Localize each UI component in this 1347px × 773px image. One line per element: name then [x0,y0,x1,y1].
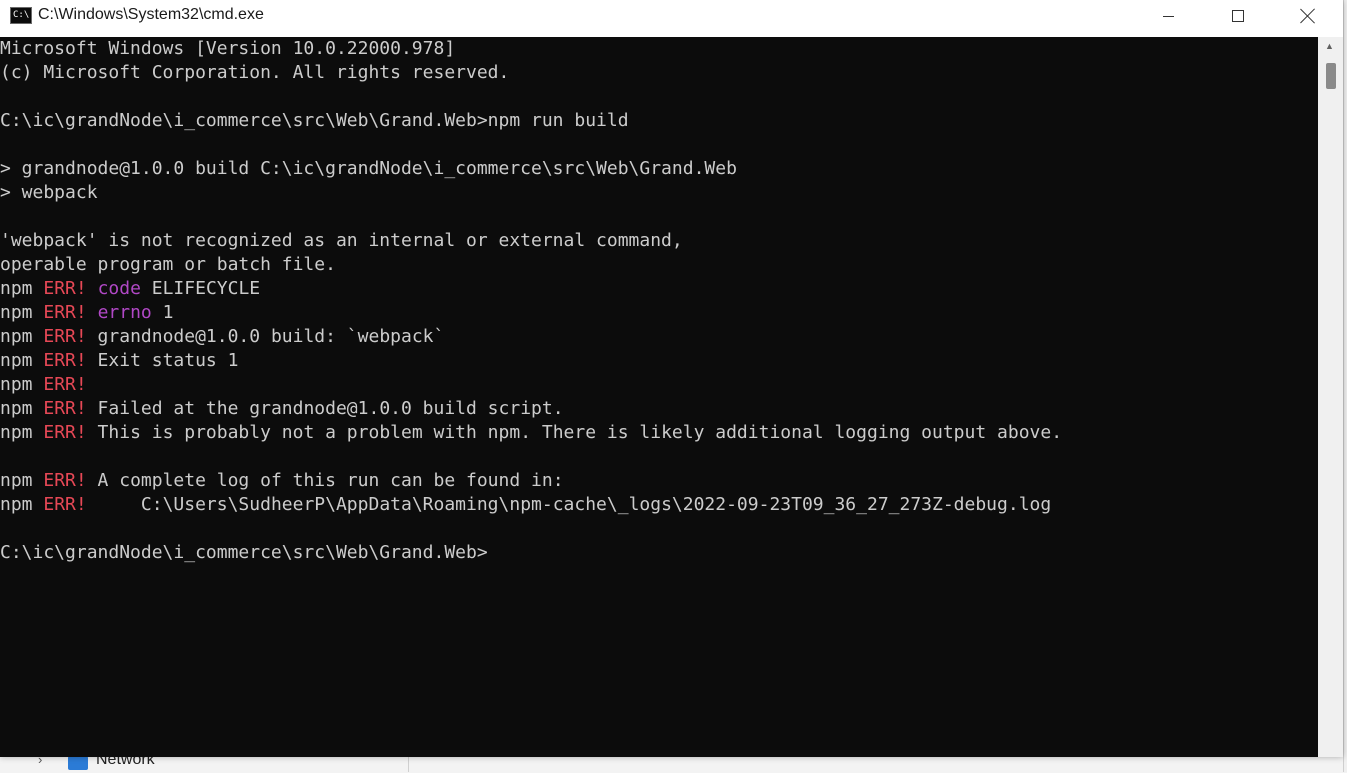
console-text: Microsoft Windows [Version 10.0.22000.97… [0,37,1062,565]
err-tag: ERR! [43,470,87,491]
cmd-window: C:\ C:\Windows\System32\cmd.exe Microsof… [0,0,1343,757]
err-tag: ERR! [43,302,87,323]
maximize-button[interactable] [1203,0,1273,32]
title-bar[interactable]: C:\ C:\Windows\System32\cmd.exe [0,0,1343,37]
console-text-segment: npm [0,494,44,515]
console-text-segment [87,278,98,299]
console-text-segment: ELIFECYCLE [140,278,261,299]
console-text-segment: Failed at the grandnode@1.0.0 build scri… [86,398,564,419]
console-text-segment: npm [0,326,44,347]
console-line: npm ERR! C:\Users\SudheerP\AppData\Roami… [0,493,1062,517]
console-line: > webpack [0,181,1062,205]
console-text-segment [87,302,98,323]
console-text-segment: npm [0,374,44,395]
console-text-segment: 'webpack' is not recognized as an intern… [0,230,683,251]
background-window-edge [1343,0,1347,772]
console-text-segment: npm [0,422,44,443]
err-tag: ERR! [43,278,87,299]
console-line: C:\ic\grandNode\i_commerce\src\Web\Grand… [0,109,1062,133]
console-line: npm ERR! This is probably not a problem … [0,421,1062,445]
maximize-icon [1232,10,1244,22]
console-line: npm ERR! [0,373,1062,397]
err-tag: ERR! [43,374,87,395]
err-key: code [97,278,141,299]
err-tag: ERR! [43,494,87,515]
console-text-segment: C:\ic\grandNode\i_commerce\src\Web\Grand… [0,542,488,563]
err-key: errno [97,302,152,323]
console-text-segment: (c) Microsoft Corporation. All rights re… [0,62,510,83]
minimize-icon [1162,15,1174,17]
console-line: 'webpack' is not recognized as an intern… [0,229,1062,253]
console-text-segment: npm [0,398,44,419]
scroll-thumb[interactable] [1326,63,1336,89]
minimize-button[interactable] [1133,0,1203,32]
console-output[interactable]: Microsoft Windows [Version 10.0.22000.97… [0,37,1318,757]
err-tag: ERR! [43,422,87,443]
console-line: operable program or batch file. [0,253,1062,277]
console-line: npm ERR! grandnode@1.0.0 build: `webpack… [0,325,1062,349]
scroll-up-icon[interactable]: ▲ [1325,41,1334,51]
console-line: npm ERR! errno 1 [0,301,1062,325]
explorer-divider [408,756,409,772]
console-line: (c) Microsoft Corporation. All rights re… [0,61,1062,85]
err-tag: ERR! [43,398,87,419]
console-text-segment: C:\Users\SudheerP\AppData\Roaming\npm-ca… [86,494,1052,515]
console-text-segment: npm [0,302,44,323]
vertical-scrollbar[interactable]: ▲ [1318,37,1343,757]
console-text-segment: C:\ic\grandNode\i_commerce\src\Web\Grand… [0,110,629,131]
console-text-segment: grandnode@1.0.0 build: `webpack` [86,326,445,347]
close-icon [1300,8,1316,24]
console-line: npm ERR! Exit status 1 [0,349,1062,373]
console-line: npm ERR! A complete log of this run can … [0,469,1062,493]
console-text-segment: Exit status 1 [86,350,239,371]
console-text-segment: This is probably not a problem with npm.… [86,422,1063,443]
console-text-segment: npm [0,278,44,299]
console-text-segment: > grandnode@1.0.0 build C:\ic\grandNode\… [0,158,737,179]
window-title: C:\Windows\System32\cmd.exe [38,6,264,23]
console-text-segment: npm [0,350,44,371]
console-line: npm ERR! Failed at the grandnode@1.0.0 b… [0,397,1062,421]
err-tag: ERR! [43,326,87,347]
network-icon [68,756,88,770]
console-line: C:\ic\grandNode\i_commerce\src\Web\Grand… [0,541,1062,565]
console-line: Microsoft Windows [Version 10.0.22000.97… [0,37,1062,61]
console-text-segment: 1 [151,302,174,323]
terminal-icon: C:\ [10,7,32,24]
console-line: npm ERR! code ELIFECYCLE [0,277,1062,301]
err-tag: ERR! [43,350,87,371]
console-text-segment: > webpack [0,182,98,203]
console-line: > grandnode@1.0.0 build C:\ic\grandNode\… [0,157,1062,181]
background-explorer [0,755,1347,773]
close-button[interactable] [1273,0,1343,32]
console-text-segment: operable program or batch file. [0,254,336,275]
console-text-segment: Microsoft Windows [Version 10.0.22000.97… [0,38,456,59]
console-text-segment: A complete log of this run can be found … [86,470,564,491]
console-text-segment: npm [0,470,44,491]
